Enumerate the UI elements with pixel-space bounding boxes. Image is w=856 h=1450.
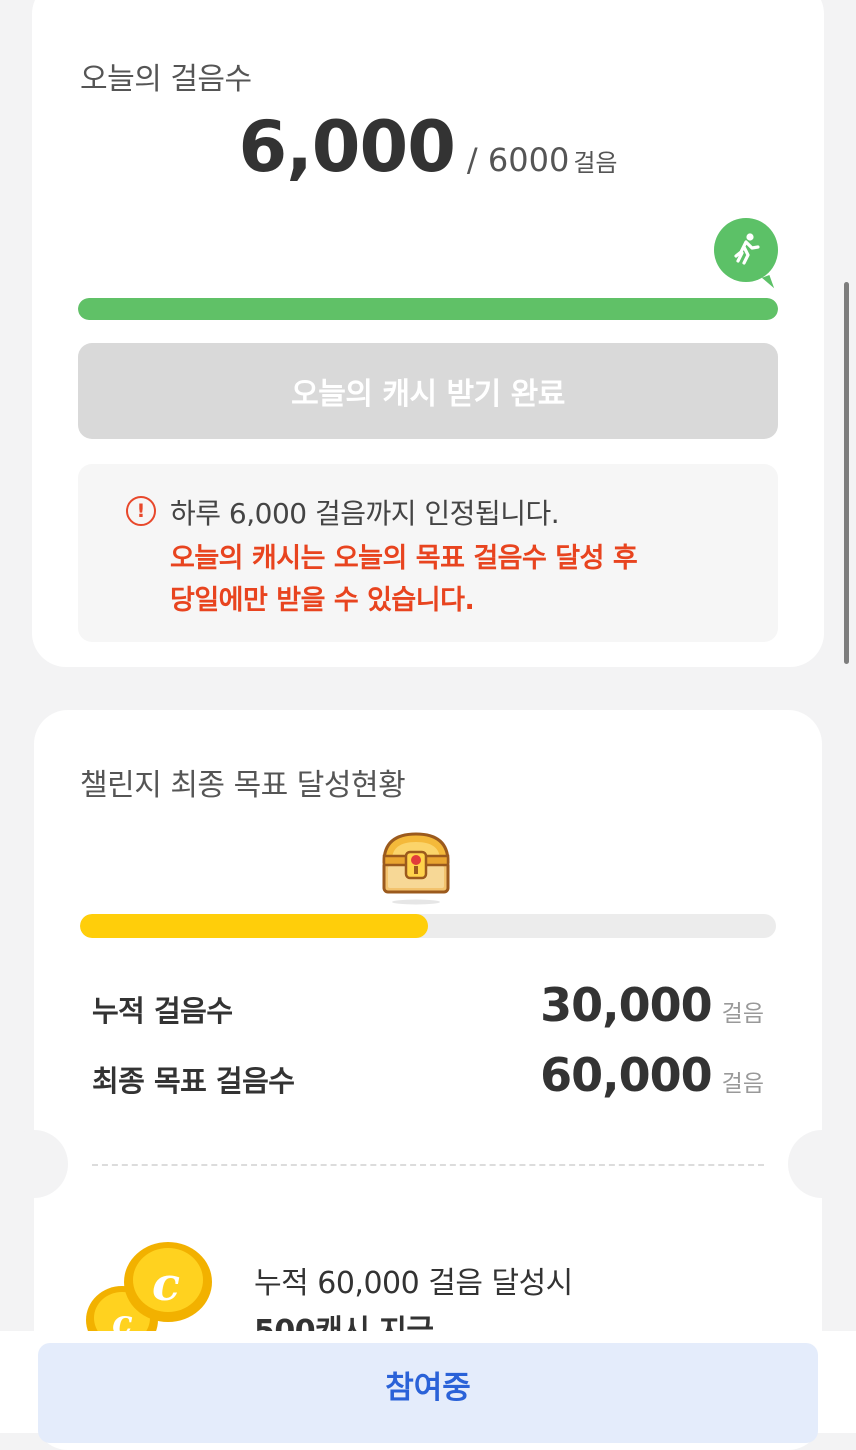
challenge-progress-fill xyxy=(80,914,428,938)
today-steps-unit: 걸음 xyxy=(573,149,618,177)
accumulated-steps-label: 누적 걸음수 xyxy=(92,994,233,1028)
treasure-chest-icon xyxy=(378,826,454,910)
today-steps-card: 오늘의 걸음수 6,000 / 6000 걸음 오늘의 캐시 받기 완료 ! 하루 … xyxy=(32,0,824,667)
reward-condition: 누적 60,000 걸음 달성시 xyxy=(254,1266,573,1301)
accumulated-steps-value: 30,000 xyxy=(540,978,713,1032)
today-steps-title: 오늘의 걸음수 xyxy=(80,62,252,97)
scrollbar[interactable] xyxy=(844,282,849,664)
today-steps-counter: 6,000 / 6000 걸음 xyxy=(32,106,824,188)
ticket-notch-right xyxy=(788,1130,856,1198)
today-progress-bar xyxy=(78,298,778,320)
claim-cash-button[interactable]: 오늘의 캐시 받기 완료 xyxy=(78,343,778,439)
svg-text:c: c xyxy=(152,1257,180,1311)
today-progress-fill xyxy=(78,298,778,320)
today-steps-content: 오늘의 걸음수 6,000 / 6000 걸음 오늘의 캐시 받기 완료 ! 하루 … xyxy=(32,0,824,687)
accumulated-steps-unit: 걸음 xyxy=(721,1001,764,1027)
final-goal-row: 최종 목표 걸음수 60,000 걸음 xyxy=(92,1048,764,1108)
walker-icon xyxy=(714,218,778,282)
notice-line-1: 하루 6,000 걸음까지 인정됩니다. xyxy=(170,497,560,530)
warning-icon: ! xyxy=(126,496,156,526)
challenge-progress-bar xyxy=(80,914,776,938)
notice-line-3: 당일에만 받을 수 있습니다. xyxy=(170,585,475,616)
notice-box: ! 하루 6,000 걸음까지 인정됩니다. 오늘의 캐시는 오늘의 목표 걸음… xyxy=(78,464,778,642)
final-goal-unit: 걸음 xyxy=(721,1071,764,1097)
final-goal-value: 60,000 xyxy=(540,1048,713,1102)
joined-button[interactable]: 참여중 xyxy=(38,1343,818,1443)
accumulated-steps-row: 누적 걸음수 30,000 걸음 xyxy=(92,978,764,1038)
dashed-divider xyxy=(92,1164,764,1166)
today-steps-goal: / 6000 xyxy=(466,141,570,179)
final-goal-label: 최종 목표 걸음수 xyxy=(92,1064,295,1098)
ticket-notch-left xyxy=(0,1130,68,1198)
challenge-title: 챌린지 최종 목표 달성현황 xyxy=(80,768,406,803)
today-steps-value: 6,000 xyxy=(238,106,456,188)
notice-line-2: 오늘의 캐시는 오늘의 목표 걸음수 달성 후 xyxy=(170,543,638,574)
bottom-bar: 참여중 xyxy=(0,1331,856,1443)
